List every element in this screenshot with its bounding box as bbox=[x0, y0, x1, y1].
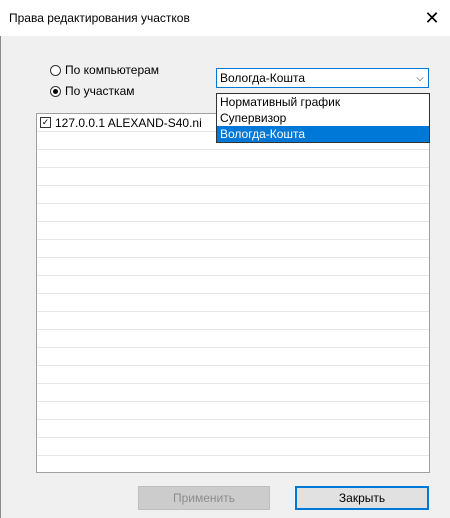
list-row-empty bbox=[37, 384, 429, 402]
list-row-empty bbox=[37, 438, 429, 456]
window-border bbox=[0, 36, 1, 518]
apply-button[interactable]: Применить bbox=[138, 486, 270, 510]
chevron-down-icon: ⌵ bbox=[416, 72, 424, 84]
dropdown-option[interactable]: Нормативный график bbox=[217, 94, 429, 110]
list-row-empty bbox=[37, 330, 429, 348]
radio-by-sections[interactable]: По участкам bbox=[50, 84, 135, 98]
list-row-empty bbox=[37, 204, 429, 222]
close-button[interactable]: Закрыть bbox=[295, 486, 429, 510]
list-item-label: 127.0.0.1 ALEXAND-S40.ni bbox=[55, 115, 202, 130]
list-row-empty bbox=[37, 222, 429, 240]
list-row-empty bbox=[37, 294, 429, 312]
list-row-empty bbox=[37, 150, 429, 168]
radio-label: По компьютерам bbox=[65, 63, 160, 77]
radio-by-computers[interactable]: По компьютерам bbox=[50, 63, 159, 77]
dropdown-option[interactable]: Супервизор bbox=[217, 110, 429, 126]
list-row-empty bbox=[37, 402, 429, 420]
list-row-empty bbox=[37, 240, 429, 258]
list-row-empty bbox=[37, 366, 429, 384]
radio-indicator bbox=[50, 85, 61, 97]
window-title: Права редактирования участков bbox=[9, 11, 190, 25]
list-row-empty bbox=[37, 420, 429, 438]
list-row-empty bbox=[37, 258, 429, 276]
list-row-empty bbox=[37, 186, 429, 204]
close-window-button[interactable]: ✕ bbox=[414, 0, 450, 36]
list-row-empty bbox=[37, 276, 429, 294]
list-row-empty bbox=[37, 312, 429, 330]
list-row-empty bbox=[37, 456, 429, 472]
checkbox-checked-icon[interactable]: ✓ bbox=[40, 117, 51, 128]
close-icon: ✕ bbox=[424, 7, 440, 28]
dropdown-option-selected[interactable]: Вологда-Кошта bbox=[217, 126, 429, 142]
title-bar: Права редактирования участков ✕ bbox=[0, 0, 450, 36]
section-combobox[interactable]: Вологда-Кошта ⌵ bbox=[216, 68, 429, 88]
list-row-empty bbox=[37, 168, 429, 186]
section-dropdown-list: Нормативный график Супервизор Вологда-Ко… bbox=[216, 93, 430, 143]
radio-indicator bbox=[50, 64, 61, 76]
radio-label: По участкам bbox=[65, 84, 135, 98]
list-row-empty bbox=[37, 348, 429, 366]
computer-list[interactable]: ✓ 127.0.0.1 ALEXAND-S40.ni bbox=[36, 113, 430, 473]
combobox-value: Вологда-Кошта bbox=[220, 71, 306, 85]
